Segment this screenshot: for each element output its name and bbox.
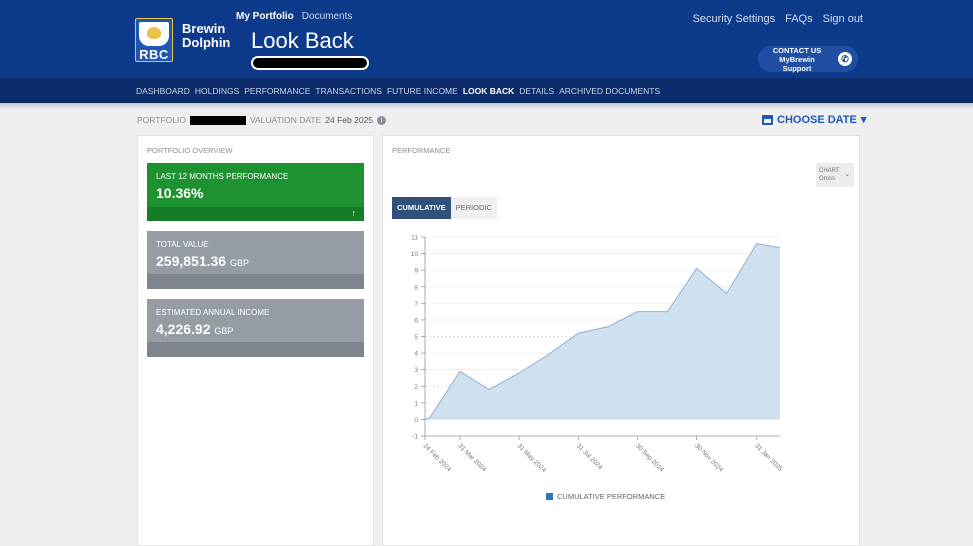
performance-panel: PERFORMANCE CHART Gross ⌄ CUMULATIVE PER… bbox=[382, 135, 860, 546]
tab-future-income[interactable]: FUTURE INCOME bbox=[387, 86, 458, 96]
y-tick-label: 0 bbox=[414, 417, 418, 424]
performance-card[interactable]: LAST 12 MONTHS PERFORMANCE 10.36% ↑ bbox=[147, 163, 364, 221]
card-footer bbox=[147, 207, 364, 221]
tab-holdings[interactable]: HOLDINGS bbox=[195, 86, 239, 96]
performance-value: 10.36% bbox=[156, 185, 204, 201]
card-label: ESTIMATED ANNUAL INCOME bbox=[156, 308, 270, 317]
header: RBC Brewin Dolphin My Portfolio Document… bbox=[0, 0, 973, 78]
x-tick-label: 24 Feb 2024 bbox=[422, 442, 453, 473]
x-tick-label: 31 May 2024 bbox=[516, 442, 548, 474]
top-links: My Portfolio Documents bbox=[236, 11, 352, 22]
sign-out-link[interactable]: Sign out bbox=[823, 13, 863, 25]
x-tick-label: 31 Jul 2024 bbox=[575, 442, 604, 471]
main-nav: DASHBOARD HOLDINGS PERFORMANCE TRANSACTI… bbox=[0, 78, 973, 103]
y-tick-label: 3 bbox=[414, 367, 418, 374]
card-value: 10.36% bbox=[156, 185, 203, 201]
total-value-card[interactable]: TOTAL VALUE 259,851.36 GBP bbox=[147, 231, 364, 289]
y-tick-label: 7 bbox=[414, 301, 418, 308]
phone-icon: ✆ bbox=[838, 52, 852, 66]
y-tick-label: 8 bbox=[414, 284, 418, 291]
caret-down-icon: ▾ bbox=[860, 114, 867, 126]
tab-details[interactable]: DETAILS bbox=[519, 86, 554, 96]
legend-label: CUMULATIVE PERFORMANCE bbox=[557, 492, 666, 501]
y-tick-label: -1 bbox=[412, 434, 418, 441]
tab-transactions[interactable]: TRANSACTIONS bbox=[315, 86, 382, 96]
tab-archived-documents[interactable]: ARCHIVED DOCUMENTS bbox=[559, 86, 660, 96]
x-tick-label: 31 Mar 2024 bbox=[457, 442, 488, 473]
legend-swatch bbox=[546, 493, 553, 500]
rbc-logo[interactable]: RBC bbox=[135, 18, 173, 62]
x-tick-label: 31 Jan 2025 bbox=[753, 442, 784, 473]
portfolio-bar: PORTFOLIO VALUATION DATE 24 Feb 2025 i bbox=[137, 115, 387, 125]
y-tick-label: 1 bbox=[414, 400, 418, 407]
choose-date-label: CHOOSE DATE bbox=[777, 113, 857, 126]
tab-look-back[interactable]: LOOK BACK bbox=[463, 86, 514, 96]
chart-legend[interactable]: CUMULATIVE PERFORMANCE bbox=[546, 492, 665, 501]
nav-shadow bbox=[0, 103, 973, 109]
total-value-unit: GBP bbox=[229, 258, 249, 268]
security-settings-link[interactable]: Security Settings bbox=[693, 13, 776, 25]
calendar-icon bbox=[762, 114, 773, 125]
overview-title: PORTFOLIO OVERVIEW bbox=[147, 146, 233, 155]
portfolio-label: PORTFOLIO bbox=[137, 115, 186, 125]
card-label: TOTAL VALUE bbox=[156, 240, 209, 249]
contact-text: CONTACT US MyBrewin Support bbox=[766, 46, 828, 73]
total-value: 259,851.36 bbox=[156, 253, 227, 269]
account-links: Security Settings FAQs Sign out bbox=[693, 13, 863, 25]
page-title: Look Back bbox=[251, 28, 354, 53]
my-portfolio-link[interactable]: My Portfolio bbox=[236, 11, 294, 22]
performance-chart: -1 0 1 2 3 4 5 6 7 8 9 10 11 24 Feb 2024 31 Mar 2024 31… bbox=[411, 235, 784, 475]
brand-line-1: Brewin bbox=[182, 21, 226, 36]
income-value: 4,226.92 bbox=[156, 321, 211, 337]
card-value: 4,226.92 GBP bbox=[156, 321, 233, 337]
y-tick-label: 2 bbox=[414, 384, 418, 391]
y-tick-label: 10 bbox=[411, 251, 419, 258]
x-tick-label: 30 Nov 2024 bbox=[693, 442, 724, 473]
brand-line-2: Dolphin bbox=[182, 35, 231, 50]
x-tick-label: 30 Sep 2024 bbox=[634, 442, 665, 473]
faqs-link[interactable]: FAQs bbox=[785, 13, 813, 25]
y-tick-label: 4 bbox=[414, 351, 418, 358]
tab-performance[interactable]: PERFORMANCE bbox=[244, 86, 310, 96]
card-footer bbox=[147, 342, 364, 357]
y-tick-label: 6 bbox=[414, 317, 418, 324]
choose-date-button[interactable]: CHOOSE DATE ▾ bbox=[762, 113, 866, 126]
info-icon[interactable]: i bbox=[377, 115, 387, 125]
y-tick-label: 9 bbox=[414, 268, 418, 275]
y-tick-label: 11 bbox=[411, 235, 418, 242]
arrow-up-icon: ↑ bbox=[351, 208, 357, 218]
card-value: 259,851.36 GBP bbox=[156, 253, 249, 269]
lion-shield-icon bbox=[139, 22, 169, 46]
contact-us-button[interactable]: CONTACT US MyBrewin Support ✆ bbox=[758, 46, 858, 73]
redacted-portfolio-name bbox=[251, 56, 369, 70]
valuation-date: 24 Feb 2025 bbox=[325, 115, 374, 125]
y-tick-label: 5 bbox=[414, 334, 418, 341]
valuation-label: VALUATION DATE bbox=[249, 115, 322, 125]
documents-link[interactable]: Documents bbox=[302, 11, 353, 22]
brand-name: Brewin Dolphin bbox=[182, 22, 230, 50]
card-label: LAST 12 MONTHS PERFORMANCE bbox=[156, 172, 289, 181]
card-footer bbox=[147, 274, 364, 289]
tab-dashboard[interactable]: DASHBOARD bbox=[136, 86, 190, 96]
contact-line-1: CONTACT US bbox=[772, 45, 822, 55]
logo-text: RBC bbox=[139, 47, 169, 62]
income-unit: GBP bbox=[214, 326, 234, 336]
redacted-portfolio-id bbox=[189, 115, 246, 125]
portfolio-overview-panel: PORTFOLIO OVERVIEW LAST 12 MONTHS PERFOR… bbox=[137, 135, 374, 546]
contact-line-2: MyBrewin Support bbox=[779, 54, 815, 73]
estimated-income-card[interactable]: ESTIMATED ANNUAL INCOME 4,226.92 GBP bbox=[147, 299, 364, 357]
